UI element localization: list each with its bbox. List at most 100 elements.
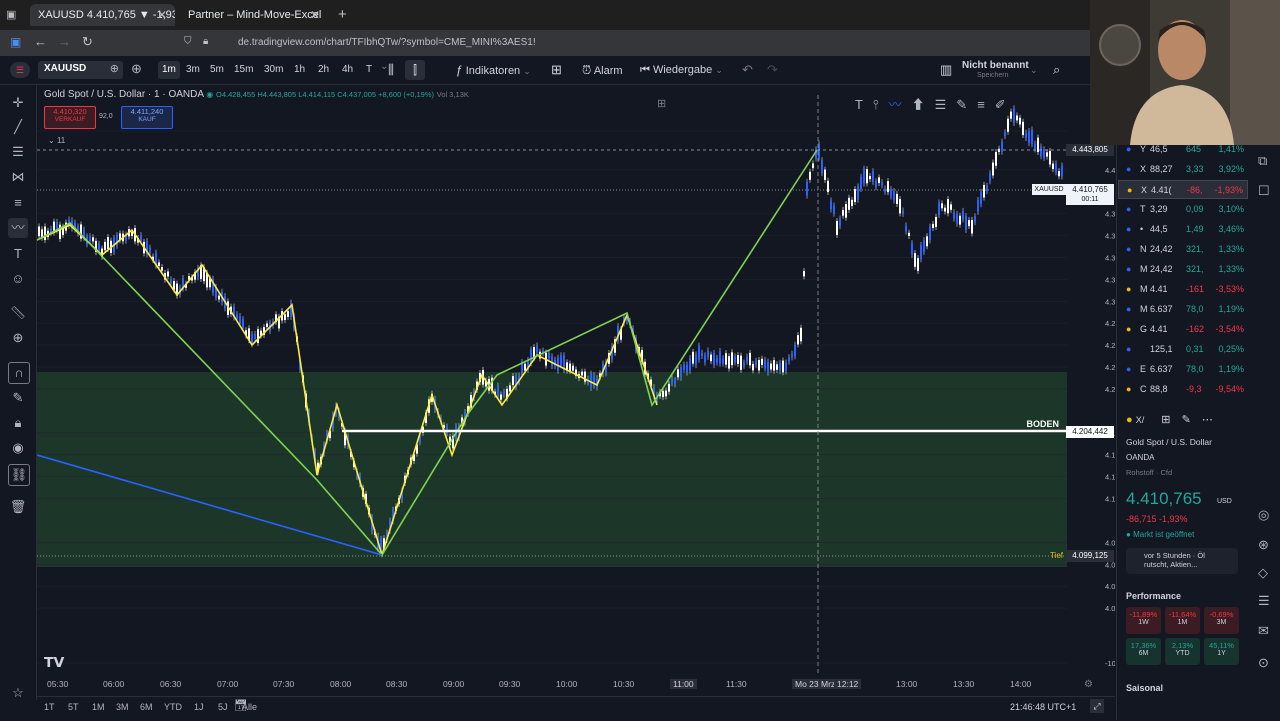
new-tab-icon[interactable]: + <box>338 6 347 23</box>
tab-actions-icon[interactable]: ▣ <box>6 8 20 22</box>
brush-icon[interactable]: 〰 <box>8 218 28 238</box>
undo-icon[interactable]: ↶ <box>742 56 753 84</box>
reload-icon[interactable]: ↻ <box>82 34 93 50</box>
watchlist-row[interactable]: ● N 24,42 321, 1,33% <box>1118 240 1248 259</box>
interval-30m[interactable]: 30m <box>260 61 287 79</box>
chart-legend[interactable]: Gold Spot / U.S. Dollar · 1 · OANDA ◉ O4… <box>44 89 469 100</box>
ideas-icon[interactable]: ◇ <box>1258 565 1268 581</box>
chat-icon[interactable]: ☐ <box>1258 183 1270 199</box>
target-icon[interactable]: ◎ <box>1258 507 1269 523</box>
pulse-icon[interactable]: ⊛ <box>1258 537 1269 553</box>
magnet-icon[interactable]: ∩ <box>8 362 30 384</box>
watchlist-row[interactable]: ● M 4.41 -161 -3,53% <box>1118 280 1248 299</box>
indicators-button[interactable]: ƒ Indikatoren ⌄ <box>456 56 531 85</box>
text-icon[interactable]: T <box>8 244 28 264</box>
interval-1m[interactable]: 1m <box>158 61 180 79</box>
settings-icon[interactable]: ⊞ <box>657 97 666 110</box>
interval-15m[interactable]: 15m <box>230 61 257 79</box>
brush-icon[interactable]: ✐ <box>995 97 1016 112</box>
layers-icon[interactable]: ⧉ <box>1258 153 1267 169</box>
buy-button[interactable]: 4.411,240 KAUF <box>121 106 173 129</box>
layout-icon[interactable]: ▥ <box>940 56 952 84</box>
replay-button[interactable]: ⏮︎ Wiedergabe ⌄ <box>640 56 723 84</box>
watchlist-row[interactable]: ● X 4.41(-86, -1,93% <box>1118 180 1248 199</box>
lock-icon[interactable]: 🔒︎ <box>203 36 208 47</box>
star-icon[interactable]: ☆ <box>8 683 28 703</box>
close-icon[interactable]: ✕ <box>157 4 167 26</box>
alarm-button[interactable]: ⏰︎ Alarm <box>582 56 623 85</box>
interval-2h[interactable]: 2h <box>314 61 333 79</box>
fib-icon[interactable]: ≡ <box>8 193 28 213</box>
range-1T[interactable]: 1T <box>44 702 55 712</box>
menu-icon[interactable]: ≡ <box>977 97 995 112</box>
range-5J[interactable]: 5J <box>218 702 228 712</box>
interval-3m[interactable]: 3m <box>182 61 204 79</box>
arrow-up-icon[interactable]: ⬆ <box>912 97 935 112</box>
sidebar-icon[interactable]: ▣ <box>10 35 21 49</box>
layout-save-label[interactable]: Speichern <box>977 72 1009 79</box>
eye-icon[interactable]: ◉ <box>8 438 28 458</box>
grid-icon[interactable]: ⊞ <box>1161 414 1170 426</box>
clock[interactable]: 21:46:48 UTC+1 <box>1010 702 1076 712</box>
watchlist-row[interactable]: ● C 88,8 -9,3 -9,54% <box>1118 380 1248 399</box>
price-chart[interactable]: 4.460,0004.420,0004.380,0004.360,0004.34… <box>37 85 1115 675</box>
lock-icon[interactable]: 🔒︎ <box>8 413 28 433</box>
watchlist-row[interactable]: ● X 88,27 3,33 3,92% <box>1118 160 1248 179</box>
trend-line-icon[interactable]: ╱ <box>8 117 28 137</box>
watchlist-row[interactable]: ● M 24,42 321, 1,33% <box>1118 260 1248 279</box>
pattern-icon[interactable]: ⋈ <box>8 167 28 187</box>
help-icon[interactable]: ⊙ <box>1258 655 1269 671</box>
layout-grid-icon[interactable]: ⊞ <box>551 56 562 84</box>
news-card[interactable]: vor 5 Stunden · Öl rutscht, Aktien... <box>1126 548 1238 574</box>
range-3M[interactable]: 3M <box>116 702 129 712</box>
pitchfork-icon[interactable]: ⫯ <box>873 97 889 112</box>
chevron-down-icon[interactable]: ⌄ <box>1030 56 1038 84</box>
calendar-icon[interactable]: 📅︎ <box>234 699 248 712</box>
watchlist-row[interactable]: ● T 3,29 0,09 3,10% <box>1118 200 1248 219</box>
add-symbol-icon[interactable]: ⊕ <box>131 61 142 77</box>
trash-icon[interactable]: 🗑︎ <box>8 497 28 517</box>
tab-partner[interactable]: Partner – Mind-Move-Excel ✕ <box>180 4 328 26</box>
close-icon[interactable]: ✕ <box>310 4 320 26</box>
range-YTD[interactable]: YTD <box>164 702 182 712</box>
forward-icon[interactable]: → <box>58 34 71 49</box>
messages-icon[interactable]: ✉ <box>1258 623 1269 639</box>
watchlist-row[interactable]: ● G 4.41 -162 -3,54% <box>1118 320 1248 339</box>
emoji-icon[interactable]: ☺ <box>8 269 28 289</box>
lock-drawings-icon[interactable]: ✎ <box>8 388 28 408</box>
gear-icon[interactable]: ⚙ <box>1084 679 1093 690</box>
compare-icon[interactable]: ⊕ <box>110 62 119 75</box>
layout-name[interactable]: Nicht benannt <box>962 60 1029 71</box>
avatar[interactable]: ☰ <box>10 62 30 78</box>
range-1J[interactable]: 1J <box>194 702 204 712</box>
watchlist-row[interactable]: ● 125,1 0,31 0,25% <box>1118 340 1248 359</box>
range-5T[interactable]: 5T <box>68 702 79 712</box>
search-icon[interactable]: ⌕ <box>1053 56 1060 84</box>
fullscreen-icon[interactable]: ⤢ <box>1090 699 1104 713</box>
candle-type-icon[interactable]: ⫿ <box>405 60 425 80</box>
range-6M[interactable]: 6M <box>140 702 153 712</box>
text-tool-icon[interactable]: T <box>855 97 873 112</box>
watchlist-row[interactable]: ● E 6.637 78,0 1,19% <box>1118 360 1248 379</box>
more-icon[interactable]: ⋯ <box>1202 414 1213 426</box>
tab-xauusd[interactable]: XAUUSD 4.410,765 ▼ -1,93% N ✕ <box>30 4 175 26</box>
performance-cell[interactable]: -11,64% 1M <box>1165 607 1200 634</box>
pencil-icon[interactable]: ✎ <box>956 97 977 112</box>
wave-icon[interactable]: 〰 <box>889 97 912 112</box>
url-field[interactable]: de.tradingview.com/chart/TFIbhQTw/?symbo… <box>238 34 1138 52</box>
watchlist-row[interactable]: ● • 44,5 1,49 3,46% <box>1118 220 1248 239</box>
horizontal-lines-icon[interactable]: ☰ <box>8 142 28 162</box>
range-1M[interactable]: 1M <box>92 702 105 712</box>
performance-cell[interactable]: 17,36% 6M <box>1126 638 1161 665</box>
shield-icon[interactable]: ⛉ <box>184 36 192 47</box>
time-axis[interactable]: 05:30 06:00 06:30 07:00 07:30 08:00 08:30 09:00… <box>37 676 1115 694</box>
watchlist-row[interactable]: ● M 6.637 78,0 1,19% <box>1118 300 1248 319</box>
zoom-icon[interactable]: ⊕ <box>8 328 28 348</box>
edit-icon[interactable]: ✎ <box>1182 414 1191 426</box>
interval-1h[interactable]: 1h <box>290 61 309 79</box>
performance-cell[interactable]: 45,11% 1Y <box>1204 638 1239 665</box>
lines-icon[interactable]: ☰ <box>935 97 957 112</box>
bar-style-icon[interactable]: ⫼ <box>388 56 394 84</box>
floating-drawing-toolbar[interactable]: T⫯〰⬆☰✎≡✐ <box>855 94 1016 113</box>
redo-icon[interactable]: ↷ <box>767 56 778 84</box>
